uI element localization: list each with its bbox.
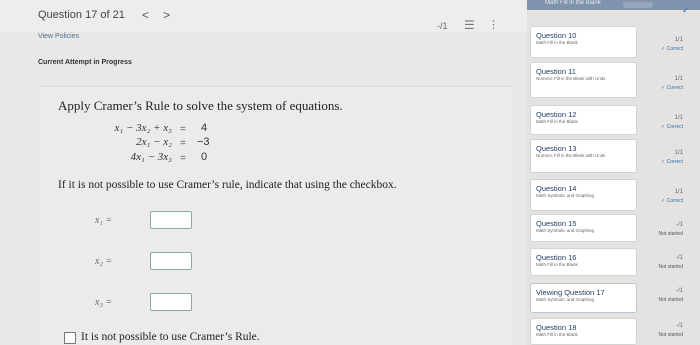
panel-scroll-handle[interactable] xyxy=(623,2,653,8)
question-list-item[interactable]: Question 14 Math Symbolic and Graphing xyxy=(530,179,637,211)
question-list-title: Question 10 xyxy=(536,31,577,40)
question-list-status: ✓ Correct xyxy=(661,85,683,91)
equation-lhs: x₁ − 3x₂ + x₃ xyxy=(114,122,172,134)
question-score: -/1 xyxy=(437,21,448,31)
equals-sign: = xyxy=(180,124,186,135)
question-list-type: Math Symbolic and Graphing xyxy=(536,228,595,233)
equation-lhs: 4x₁ − 3x₃ xyxy=(130,151,172,163)
question-counter: Question 17 of 21 xyxy=(38,9,125,21)
more-options-icon[interactable]: ⋮ xyxy=(488,18,499,31)
question-list-title: Question 14 xyxy=(536,184,577,193)
question-list-status: ✓ Correct xyxy=(661,124,683,130)
equals-sign: = xyxy=(180,153,186,164)
question-list-status: Not started xyxy=(658,297,683,303)
equation-row: x₁ − 3x₂ + x₃ xyxy=(78,122,172,136)
question-list-item[interactable]: Question 15 Math Symbolic and Graphing xyxy=(530,214,637,242)
question-list-status: ✓ Correct xyxy=(661,46,683,52)
equation-row: 4x₁ − 3x₃ xyxy=(78,151,172,165)
next-question-icon[interactable]: > xyxy=(163,8,170,22)
question-list-type: Math Symbolic and Graphing xyxy=(536,297,595,302)
x3-input[interactable] xyxy=(150,293,192,311)
check-icon: ✓ xyxy=(682,5,690,15)
cramer-note: If it is not possible to use Cramer’s ru… xyxy=(58,179,397,191)
question-list-type: Math Fill in the Blank xyxy=(536,262,578,267)
question-list-score: 1/1 xyxy=(674,115,683,121)
equals-sign: = xyxy=(180,138,186,149)
question-list-title: Viewing Question 17 xyxy=(536,288,605,297)
question-list-title: Question 12 xyxy=(536,110,577,119)
question-list-item[interactable]: Question 18 Math Fill in the Blank xyxy=(530,318,637,345)
question-list-score: 1/1 xyxy=(674,37,683,43)
question-list-item[interactable]: Question 12 Math Fill in the Blank xyxy=(530,105,637,135)
previous-question-icon[interactable]: < xyxy=(142,8,149,22)
question-list-type: Math Fill in the Blank xyxy=(536,119,578,124)
question-list-item[interactable]: Question 13 Numeric Fill in the Blank wi… xyxy=(530,139,637,173)
question-list-type: Math Fill in the Blank xyxy=(536,332,578,337)
view-policies-link[interactable]: View Policies xyxy=(38,33,79,40)
question-list-title: Question 18 xyxy=(536,323,577,332)
x2-input[interactable] xyxy=(150,252,192,270)
equation-rhs: −3 xyxy=(197,136,210,148)
question-list-status: Not started xyxy=(658,264,683,270)
equation-rhs: 4 xyxy=(201,122,208,134)
question-card: Apply Cramer’s Rule to solve the system … xyxy=(40,86,513,345)
question-list-score: -/1 xyxy=(675,288,683,294)
question-list-status: ✓ Correct xyxy=(661,159,683,165)
equation-row: 2x₁ − x₂ xyxy=(78,136,172,150)
question-list-item[interactable]: Question 16 Math Fill in the Blank xyxy=(530,248,637,276)
question-list-score: -/1 xyxy=(675,255,683,261)
question-list-score: -/1 xyxy=(675,222,683,228)
question-list-type: Math Symbolic and Graphing xyxy=(536,193,595,198)
question-list-score: 1/1 xyxy=(674,76,683,82)
question-list-type: Math Fill in the Blank xyxy=(536,40,578,45)
question-prompt: Apply Cramer’s Rule to solve the system … xyxy=(58,98,343,113)
not-possible-label: It is not possible to use Cramer’s Rule. xyxy=(81,331,260,343)
x1-input[interactable] xyxy=(150,211,192,229)
question-list-status: Not started xyxy=(658,231,683,237)
question-list-title: Question 15 xyxy=(536,219,577,228)
question-list-item[interactable]: Question 10 Math Fill in the Blank xyxy=(530,26,637,58)
x3-label: x₃ = xyxy=(95,297,113,308)
question-list-title: Question 13 xyxy=(536,144,577,153)
question-list-type: Numeric Fill in the Blank with Units xyxy=(536,76,606,81)
x1-label: x₁ = xyxy=(95,215,113,226)
equation-rhs: 0 xyxy=(201,151,208,163)
equation-lhs: 2x₁ − x₂ xyxy=(136,136,172,148)
x2-label: x₂ = xyxy=(95,256,113,267)
panel-header-text: Math Fill in the Blank xyxy=(545,0,601,6)
question-list-type: Numeric Fill in the Blank with Units xyxy=(536,153,606,158)
question-list-status: ✓ Correct xyxy=(661,198,683,204)
question-list-item-active[interactable]: Viewing Question 17 Math Symbolic and Gr… xyxy=(530,283,637,313)
question-list-status: Not started xyxy=(658,332,683,338)
not-possible-checkbox[interactable] xyxy=(64,332,76,344)
question-list-score: -/1 xyxy=(675,323,683,329)
question-list-item[interactable]: Question 11 Numeric Fill in the Blank wi… xyxy=(530,62,637,98)
question-list-score: 1/1 xyxy=(674,150,683,156)
question-list-title: Question 11 xyxy=(536,67,576,76)
attempt-status: Current Attempt in Progress xyxy=(38,59,132,66)
question-list-title: Question 16 xyxy=(536,253,577,262)
question-list-score: 1/1 xyxy=(674,189,683,195)
question-list-icon[interactable]: ☰ xyxy=(464,18,475,32)
